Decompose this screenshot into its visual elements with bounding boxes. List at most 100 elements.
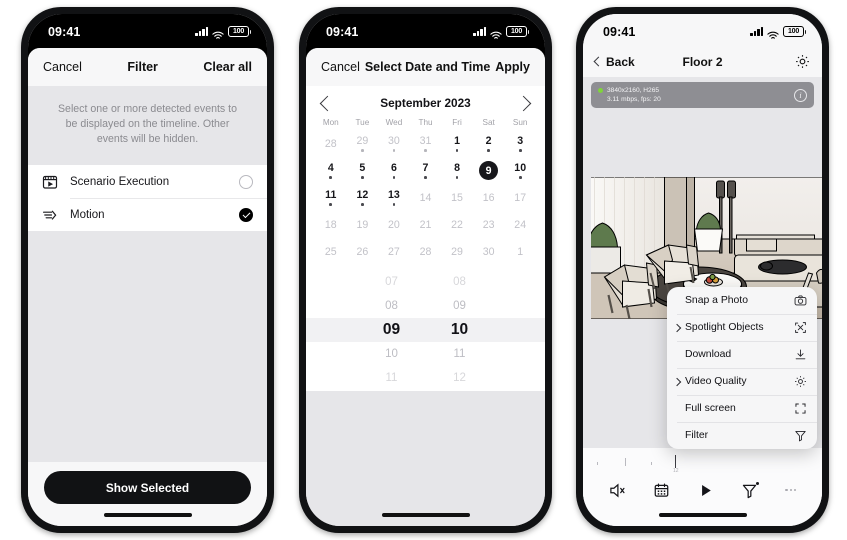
status-bar: 09:41 100 <box>28 14 267 46</box>
menu-item-snap-a-photo[interactable]: Snap a Photo <box>667 287 817 314</box>
play-button[interactable] <box>697 482 714 499</box>
menu-item-video-quality[interactable]: Video Quality <box>667 368 817 395</box>
mute-button[interactable] <box>609 482 626 499</box>
filter-button[interactable] <box>741 481 760 499</box>
menu-item-label: Spotlight Objects <box>685 322 764 333</box>
minute-option[interactable]: 13 <box>439 390 481 391</box>
phone2-sheet-backdrop: Cancel Select Date and Time Apply Septem… <box>306 46 545 526</box>
home-indicator <box>583 504 822 526</box>
calendar-day[interactable]: 31 <box>410 130 442 157</box>
calendar-day[interactable]: 6 <box>378 157 410 184</box>
clear-all-button[interactable]: Clear all <box>203 60 252 74</box>
calendar-day-number: 6 <box>390 162 397 175</box>
apply-button[interactable]: Apply <box>495 60 530 74</box>
option-scenario-execution[interactable]: Scenario Execution <box>28 165 267 198</box>
calendar-day[interactable]: 27 <box>378 238 410 265</box>
more-button[interactable] <box>785 488 797 492</box>
calendar-day[interactable]: 26 <box>347 238 379 265</box>
cancel-button[interactable]: Cancel <box>43 60 82 74</box>
calendar-day[interactable]: 30 <box>378 130 410 157</box>
hour-option[interactable]: 10 <box>371 342 413 366</box>
calendar-day-number: 13 <box>388 189 400 202</box>
calendar-day[interactable]: 2 <box>473 130 505 157</box>
calendar-day[interactable]: 10 <box>504 157 536 184</box>
calendar-day[interactable]: 29 <box>441 238 473 265</box>
menu-item-label: Snap a Photo <box>685 295 748 306</box>
calendar-day[interactable]: 5 <box>347 157 379 184</box>
hour-wheel[interactable]: 06 07 08 09 10 11 12 <box>371 269 413 391</box>
calendar-day[interactable]: 19 <box>347 211 379 238</box>
minute-option[interactable]: 11 <box>439 342 481 366</box>
chevron-left-icon[interactable] <box>319 95 336 111</box>
calendar-day[interactable]: 8 <box>441 157 473 184</box>
chevron-right-icon[interactable] <box>515 95 532 111</box>
calendar-day[interactable]: 25 <box>315 238 347 265</box>
back-button[interactable]: Back <box>593 55 635 69</box>
menu-item-spotlight-objects[interactable]: Spotlight Objects <box>667 314 817 341</box>
chevron-right-icon <box>672 377 682 386</box>
calendar-day[interactable]: 15 <box>441 184 473 211</box>
calendar-day-event-dot <box>424 176 427 179</box>
option-radio-unselected[interactable] <box>239 174 253 189</box>
calendar-day[interactable]: 13 <box>378 184 410 211</box>
option-motion[interactable]: Motion <box>28 198 267 231</box>
hour-option[interactable]: 08 <box>371 294 413 318</box>
calendar-day[interactable]: 28 <box>315 130 347 157</box>
calendar-day[interactable]: 23 <box>473 211 505 238</box>
minute-selected[interactable]: 10 <box>439 318 481 342</box>
show-selected-button[interactable]: Show Selected <box>44 471 251 504</box>
calendar-day[interactable]: 9 <box>473 157 505 184</box>
signal-icon <box>195 27 208 36</box>
calendar-button[interactable] <box>653 482 670 499</box>
chevron-right-icon <box>672 323 682 332</box>
calendar-day-event-dot <box>361 176 364 179</box>
calendar-day[interactable]: 14 <box>410 184 442 211</box>
calendar-day[interactable]: 11 <box>315 184 347 211</box>
time-picker-highlight <box>306 318 545 342</box>
calendar-day[interactable]: 3 <box>504 130 536 157</box>
hour-option[interactable]: 11 <box>371 366 413 390</box>
calendar-day[interactable]: 7 <box>410 157 442 184</box>
hour-option[interactable]: 12 <box>371 390 413 391</box>
option-radio-selected[interactable] <box>239 207 253 222</box>
timeline-playhead[interactable] <box>675 455 677 468</box>
calendar-day[interactable]: 22 <box>441 211 473 238</box>
calendar-day[interactable]: 4 <box>315 157 347 184</box>
calendar-day[interactable]: 28 <box>410 238 442 265</box>
filter-sheet-header: Cancel Filter Clear all <box>28 48 267 86</box>
timeline-scrubber[interactable]: 12 <box>583 448 822 476</box>
filter-sheet-spacer <box>28 231 267 462</box>
minute-option[interactable]: 09 <box>439 294 481 318</box>
calendar-day[interactable]: 1 <box>504 238 536 265</box>
menu-item-download[interactable]: Download <box>667 341 817 368</box>
calendar-day[interactable]: 18 <box>315 211 347 238</box>
timeline-tick <box>597 462 598 465</box>
motion-icon <box>42 207 58 223</box>
hour-selected[interactable]: 09 <box>371 318 413 342</box>
timeline-tick <box>625 458 626 466</box>
option-label: Scenario Execution <box>70 175 170 188</box>
calendar-day[interactable]: 16 <box>473 184 505 211</box>
menu-item-filter[interactable]: Filter <box>667 422 817 449</box>
calendar-day[interactable]: 17 <box>504 184 536 211</box>
minute-wheel[interactable]: 07 08 09 10 11 12 13 <box>439 269 481 391</box>
calendar-month-label: September 2023 <box>380 96 471 110</box>
calendar-day[interactable]: 1 <box>441 130 473 157</box>
menu-item-full-screen[interactable]: Full screen <box>667 395 817 422</box>
calendar-day[interactable]: 21 <box>410 211 442 238</box>
minute-option[interactable]: 12 <box>439 366 481 390</box>
timeline-tick <box>651 462 652 465</box>
minute-option[interactable]: 08 <box>439 270 481 294</box>
menu-item-label: Download <box>685 349 732 360</box>
calendar-day[interactable]: 12 <box>347 184 379 211</box>
info-icon[interactable]: i <box>794 88 807 102</box>
cancel-button[interactable]: Cancel <box>321 60 360 74</box>
calendar-day[interactable]: 30 <box>473 238 505 265</box>
hour-option[interactable]: 07 <box>371 270 413 294</box>
gear-icon[interactable] <box>795 54 810 69</box>
calendar-day[interactable]: 24 <box>504 211 536 238</box>
calendar-day[interactable]: 20 <box>378 211 410 238</box>
calendar-day-number: 11 <box>325 189 337 202</box>
calendar-day[interactable]: 29 <box>347 130 379 157</box>
page-title: Filter <box>127 60 158 74</box>
